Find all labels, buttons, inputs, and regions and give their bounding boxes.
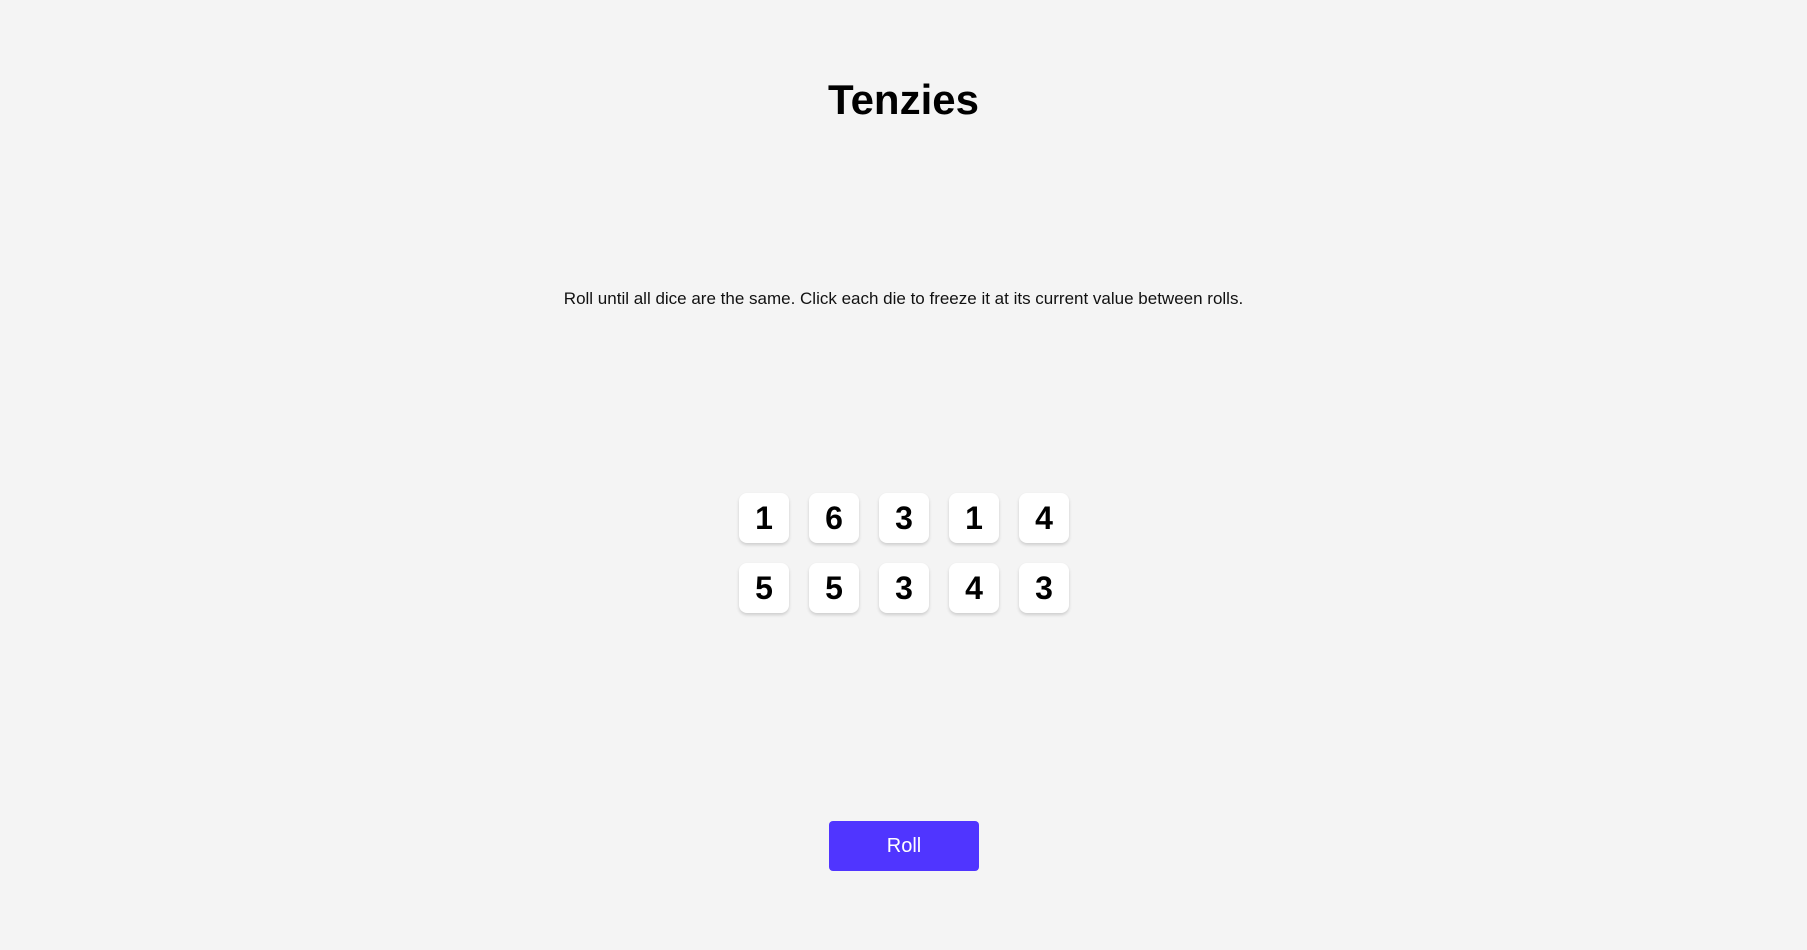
die-4[interactable]: 1 [949,493,999,543]
page-title: Tenzies [828,76,979,123]
die-3[interactable]: 3 [879,493,929,543]
instructions-text: Roll until all dice are the same. Click … [563,289,1244,308]
die-8[interactable]: 3 [879,563,929,613]
dice-grid: 1 6 3 1 4 5 5 3 4 3 [739,493,1069,613]
die-10[interactable]: 3 [1019,563,1069,613]
die-9[interactable]: 4 [949,563,999,613]
die-2[interactable]: 6 [809,493,859,543]
die-1[interactable]: 1 [739,493,789,543]
roll-button[interactable]: Roll [829,821,979,871]
die-5[interactable]: 4 [1019,493,1069,543]
die-6[interactable]: 5 [739,563,789,613]
die-7[interactable]: 5 [809,563,859,613]
